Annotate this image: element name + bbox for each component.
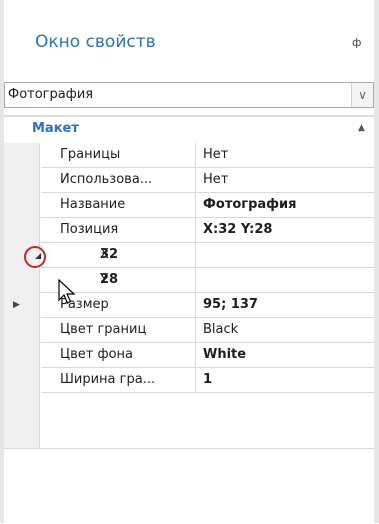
panel-title: Окно свойств xyxy=(35,32,156,52)
property-value[interactable]: 1 xyxy=(203,372,212,387)
property-row-borders[interactable]: Границы Нет xyxy=(41,143,374,168)
dropdown-chevron-icon[interactable]: ∨ xyxy=(351,83,373,107)
property-value[interactable]: Нет xyxy=(203,147,228,162)
property-row-background-color[interactable]: Цвет фона White xyxy=(41,343,374,368)
property-name: Цвет границ xyxy=(60,322,147,337)
property-row-border-color[interactable]: Цвет границ Black xyxy=(41,318,374,343)
property-name: Использова... xyxy=(60,172,153,187)
expander-triangle-icon[interactable]: ▶ xyxy=(13,300,20,310)
property-name: Позиция xyxy=(60,222,119,237)
property-row-size[interactable]: Размер 95; 137 ▶ xyxy=(13,293,374,318)
property-name: Цвет фона xyxy=(60,347,133,362)
property-value[interactable]: X:32 Y:28 xyxy=(203,222,272,237)
category-layout[interactable]: Макет ▲ xyxy=(4,117,374,143)
property-value[interactable]: 28 xyxy=(100,272,118,287)
property-value[interactable]: Фотография xyxy=(203,197,297,212)
property-value[interactable]: Black xyxy=(203,322,238,337)
property-row-y[interactable]: Y 28 xyxy=(41,268,374,293)
pin-icon[interactable]: ф xyxy=(352,36,361,49)
selector-value: Фотография xyxy=(8,87,94,102)
property-name: Границы xyxy=(60,147,121,162)
category-label: Макет xyxy=(32,121,79,136)
property-row-use[interactable]: Использова... Нет xyxy=(41,168,374,193)
property-value[interactable]: 32 xyxy=(100,247,118,262)
property-row-position[interactable]: Позиция X:32 Y:28 xyxy=(41,218,374,243)
property-value[interactable]: Нет xyxy=(203,172,228,187)
expander-triangle-icon[interactable]: ◢ xyxy=(35,251,41,260)
collapse-arrow-icon[interactable]: ▲ xyxy=(358,123,365,133)
property-row-border-width[interactable]: Ширина гра... 1 xyxy=(41,368,374,393)
property-value[interactable]: White xyxy=(203,347,246,362)
property-row-x[interactable]: X 32 xyxy=(41,243,374,268)
property-name: Ширина гра... xyxy=(60,372,156,387)
object-selector[interactable]: Фотография ∨ xyxy=(4,82,374,108)
property-value[interactable]: 95; 137 xyxy=(203,297,258,312)
property-row-name[interactable]: Название Фотография xyxy=(41,193,374,218)
property-name: Название xyxy=(60,197,126,212)
mouse-cursor-icon xyxy=(58,279,76,304)
grid-gutter xyxy=(4,143,40,448)
window-frame-right xyxy=(374,0,379,523)
description-area xyxy=(4,448,374,524)
